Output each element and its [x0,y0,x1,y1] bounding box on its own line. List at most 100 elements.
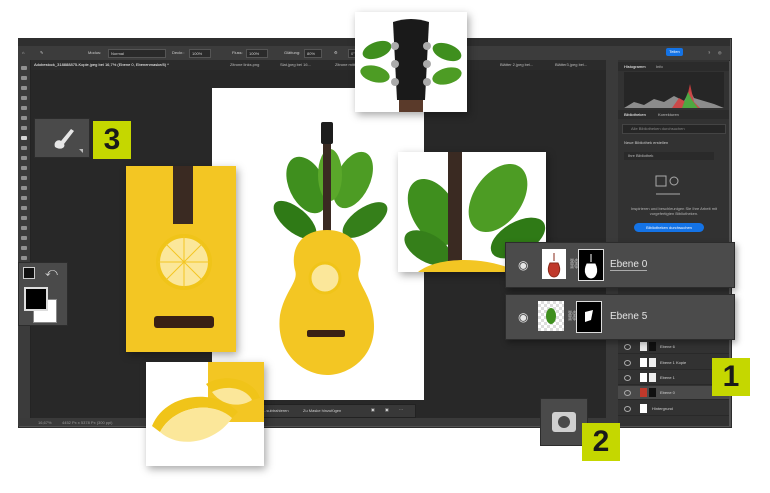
tab-histogram[interactable]: Histogramm [624,64,646,69]
pen-tool-icon[interactable] [21,206,27,210]
marquee-tool-icon[interactable] [21,76,27,80]
layer-ebene-5-closeup[interactable]: ◉ ⛓ Ebene 5 [505,294,735,340]
eye-icon[interactable] [624,344,631,350]
eye-icon[interactable] [624,406,631,412]
library-illustration-icon [655,175,680,195]
healing-tool-icon[interactable] [21,126,27,130]
home-icon[interactable]: ⌂ [22,50,24,55]
callout-badge-2: 2 [582,423,620,461]
dodge-tool-icon[interactable] [21,196,27,200]
blur-tool-icon[interactable] [21,186,27,190]
smoothing-field[interactable]: 80% [304,49,322,58]
bridge [307,330,345,337]
tab-libraries[interactable]: Bibliotheken [624,112,646,117]
layer-mask-thumbnail[interactable] [576,301,602,333]
histogram [624,72,724,108]
layer-name: Ebene 5 [610,311,648,322]
layer-row[interactable]: Ebene 6 [618,340,729,354]
move-tool-icon[interactable] [21,66,27,70]
zoom-level[interactable]: 16,67% [38,420,52,425]
quick-select-tool-icon[interactable] [21,96,27,100]
tab-active[interactable]: Adobestock_318888875-Kopie.jpeg bei 16,7… [34,62,169,67]
lemon-guitar-body [279,230,375,375]
layer-thumbnail [640,358,647,367]
layer-thumbnail [640,404,647,413]
lemon-body-closeup-artwork [126,166,236,352]
layer-mask-icon[interactable] [541,399,587,445]
flow-field[interactable]: 100% [246,49,268,58]
shape-tool-icon[interactable] [21,236,27,240]
help-icon[interactable]: ? [708,50,710,55]
subtract-label[interactable]: ...subtrahieren [263,408,289,413]
share-button[interactable]: Teilen [666,48,683,56]
crop-tool-icon[interactable] [21,106,27,110]
library-search-input[interactable]: Alle Bibliotheken durchsuchen [622,124,726,134]
eyedropper-tool-icon[interactable] [21,116,27,120]
foreground-color-swatch[interactable] [24,287,48,311]
type-tool-icon[interactable] [21,216,27,220]
settings-icon[interactable]: ◎ [718,50,722,55]
eye-icon[interactable]: ◉ [518,310,528,324]
tab[interactable]: Blätter3.jpeg bei... [555,62,587,67]
mode-select[interactable]: Normal [108,49,166,58]
eye-icon[interactable] [624,390,631,396]
more-icon[interactable]: ⋯ [399,407,403,412]
layer-mask-thumbnail[interactable] [649,388,656,397]
lemon-slices-artwork [152,362,264,442]
layer-ebene-0-closeup[interactable]: ◉ ⛓ Ebene 0 [505,242,735,288]
lasso-tool-icon[interactable] [21,86,27,90]
my-library-item[interactable]: Ihre Bibliothek [624,152,714,160]
layer-thumbnail [640,373,647,382]
eraser-tool-icon[interactable] [21,166,27,170]
eye-icon[interactable]: ◉ [518,258,528,272]
status-bar: 16,67% 4452 Px x 5378 Px (300 ppi) [18,418,606,426]
mode-value: Normal [111,51,124,56]
layer-mask-thumbnail[interactable] [649,358,656,367]
brush-icon [54,129,83,153]
tab[interactable]: Slat.jpeg bei 16... [280,62,311,67]
color-swatches-closeup: ⤺ [18,262,68,326]
stamp-tool-icon[interactable] [21,146,27,150]
default-colors-icon[interactable] [23,267,35,279]
brush-tool-preset-icon[interactable]: ✎ [40,50,43,55]
libraries-panel-header: Bibliotheken Korrekturen [618,110,729,119]
hand-tool-icon[interactable] [21,246,27,250]
leaf-thumbnail-icon [546,308,556,324]
document-tabs: Adobestock_318888875-Kopie.jpeg bei 16,7… [30,60,606,70]
tab-corrections[interactable]: Korrekturen [658,112,679,117]
document-dimensions: 4452 Px x 5378 Px (300 ppi) [62,420,113,425]
tab[interactable]: Blätter 2.jpeg bei... [500,62,533,67]
layer-mask-thumbnail[interactable] [578,249,604,281]
browse-libraries-button[interactable]: Bibliotheken durchsuchen [634,223,704,232]
add-to-mask-label[interactable]: Zu Maske hinzufügen [303,408,341,413]
callout-badge-1: 1 [712,358,750,396]
callout-badge-3: 3 [93,121,131,159]
opacity-field[interactable]: 100% [189,49,211,58]
layer-row[interactable]: Hintergrund [618,402,729,416]
tab-info[interactable]: Info [656,64,663,69]
path-select-tool-icon[interactable] [21,226,27,230]
new-library-link[interactable]: Neue Bibliothek erstellen [624,140,668,145]
layer-thumbnail [640,342,647,351]
layer-mask-thumbnail[interactable] [649,373,656,382]
gradient-tool-icon[interactable] [21,176,27,180]
mask-option-icon[interactable]: ▣ [385,407,389,412]
history-brush-tool-icon[interactable] [21,156,27,160]
opacity-label: Deckr.: [172,50,185,55]
mask-option-icon[interactable]: ▣ [371,407,375,412]
layer-name: Ebene 0 [610,259,648,271]
brush-tool-icon[interactable] [21,136,27,140]
gear-icon[interactable]: ⚙ [334,50,338,55]
layer-name: Ebene 1 [660,375,675,380]
layer-mask-thumbnail[interactable] [649,342,656,351]
lemon-slices-closeup-image [146,362,264,466]
tab[interactable]: Zitrone links.png [230,62,259,67]
swap-colors-icon[interactable]: ⤺ [45,265,58,280]
eye-icon[interactable] [624,360,631,366]
lemon-guitar-artwork [273,122,388,375]
mask-shape-icon [585,310,593,322]
headstock-closeup-image [355,12,467,112]
histogram-panel-header: Histogramm Info [618,62,729,71]
eye-icon[interactable] [624,375,631,381]
zoom-tool-icon[interactable] [21,256,27,260]
